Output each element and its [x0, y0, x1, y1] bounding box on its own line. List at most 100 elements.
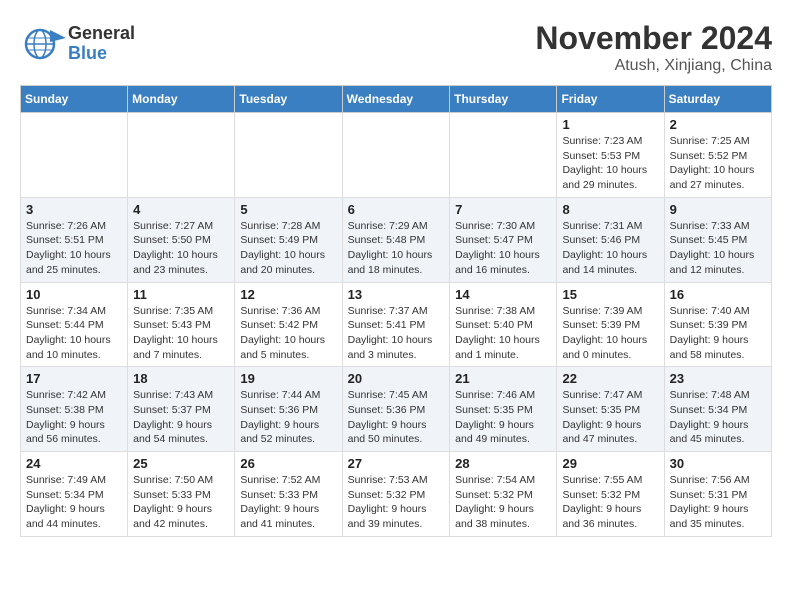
day-number: 16	[670, 287, 766, 302]
day-number: 26	[240, 456, 336, 471]
day-number: 8	[562, 202, 658, 217]
calendar-day-cell	[342, 113, 450, 198]
day-info-text: Sunrise: 7:45 AMSunset: 5:36 PMDaylight:…	[348, 388, 445, 447]
day-of-week-header: Sunday	[21, 86, 128, 113]
day-info-text: Sunrise: 7:37 AMSunset: 5:41 PMDaylight:…	[348, 304, 445, 363]
day-number: 27	[348, 456, 445, 471]
day-number: 4	[133, 202, 229, 217]
calendar-day-cell: 29 Sunrise: 7:55 AMSunset: 5:32 PMDayligh…	[557, 452, 664, 537]
day-info-text: Sunrise: 7:35 AMSunset: 5:43 PMDaylight:…	[133, 304, 229, 363]
calendar-week-row: 24 Sunrise: 7:49 AMSunset: 5:34 PMDayligh…	[21, 452, 772, 537]
calendar-day-cell: 1Sunrise: 7:23 AMSunset: 5:53 PMDaylight…	[557, 113, 664, 198]
day-number: 20	[348, 371, 445, 386]
calendar-day-cell: 11 Sunrise: 7:35 AMSunset: 5:43 PMDayligh…	[128, 282, 235, 367]
day-number: 14	[455, 287, 551, 302]
day-of-week-header: Saturday	[664, 86, 771, 113]
day-of-week-header: Friday	[557, 86, 664, 113]
calendar-day-cell: 8 Sunrise: 7:31 AMSunset: 5:46 PMDaylight…	[557, 197, 664, 282]
day-of-week-header: Wednesday	[342, 86, 450, 113]
day-number: 30	[670, 456, 766, 471]
calendar-day-cell: 5 Sunrise: 7:28 AMSunset: 5:49 PMDaylight…	[235, 197, 342, 282]
day-info-text: Sunrise: 7:44 AMSunset: 5:36 PMDaylight:…	[240, 388, 336, 447]
calendar-day-cell	[21, 113, 128, 198]
day-number: 12	[240, 287, 336, 302]
calendar-day-cell	[128, 113, 235, 198]
day-number: 2	[670, 117, 766, 132]
day-number: 3	[26, 202, 122, 217]
day-info-text: Sunrise: 7:46 AMSunset: 5:35 PMDaylight:…	[455, 388, 551, 447]
day-info-text: Sunrise: 7:52 AMSunset: 5:33 PMDaylight:…	[240, 473, 336, 532]
calendar-day-cell: 7 Sunrise: 7:30 AMSunset: 5:47 PMDaylight…	[450, 197, 557, 282]
day-number: 21	[455, 371, 551, 386]
logo-blue-text: Blue	[68, 44, 135, 64]
calendar-day-cell	[235, 113, 342, 198]
day-info-text: Sunrise: 7:42 AMSunset: 5:38 PMDaylight:…	[26, 388, 122, 447]
day-number: 13	[348, 287, 445, 302]
day-number: 1	[562, 117, 658, 132]
calendar-day-cell: 30Sunrise: 7:56 AMSunset: 5:31 PMDayligh…	[664, 452, 771, 537]
month-title: November 2024	[535, 20, 772, 57]
calendar-day-cell: 10Sunrise: 7:34 AMSunset: 5:44 PMDayligh…	[21, 282, 128, 367]
day-info-text: Sunrise: 7:50 AMSunset: 5:33 PMDaylight:…	[133, 473, 229, 532]
day-number: 15	[562, 287, 658, 302]
day-number: 25	[133, 456, 229, 471]
calendar-day-cell: 13 Sunrise: 7:37 AMSunset: 5:41 PMDayligh…	[342, 282, 450, 367]
day-info-text: Sunrise: 7:28 AMSunset: 5:49 PMDaylight:…	[240, 219, 336, 278]
calendar-day-cell: 4 Sunrise: 7:27 AMSunset: 5:50 PMDaylight…	[128, 197, 235, 282]
day-number: 28	[455, 456, 551, 471]
day-number: 18	[133, 371, 229, 386]
day-number: 11	[133, 287, 229, 302]
calendar-day-cell: 6 Sunrise: 7:29 AMSunset: 5:48 PMDaylight…	[342, 197, 450, 282]
day-info-text: Sunrise: 7:38 AMSunset: 5:40 PMDaylight:…	[455, 304, 551, 363]
day-info-text: Sunrise: 7:31 AMSunset: 5:46 PMDaylight:…	[562, 219, 658, 278]
day-number: 29	[562, 456, 658, 471]
page: General Blue November 2024 Atush, Xinjia…	[0, 0, 792, 547]
calendar-day-cell: 18 Sunrise: 7:43 AMSunset: 5:37 PMDayligh…	[128, 367, 235, 452]
calendar-day-cell: 17 Sunrise: 7:42 AMSunset: 5:38 PMDayligh…	[21, 367, 128, 452]
day-number: 17	[26, 371, 122, 386]
day-info-text: Sunrise: 7:39 AMSunset: 5:39 PMDaylight:…	[562, 304, 658, 363]
day-info-text: Sunrise: 7:36 AMSunset: 5:42 PMDaylight:…	[240, 304, 336, 363]
day-info-text: Sunrise: 7:30 AMSunset: 5:47 PMDaylight:…	[455, 219, 551, 278]
day-number: 10	[26, 287, 122, 302]
day-info-text: Sunrise: 7:53 AMSunset: 5:32 PMDaylight:…	[348, 473, 445, 532]
calendar-day-cell: 25 Sunrise: 7:50 AMSunset: 5:33 PMDayligh…	[128, 452, 235, 537]
day-of-week-header: Monday	[128, 86, 235, 113]
day-info-text: Sunrise: 7:27 AMSunset: 5:50 PMDaylight:…	[133, 219, 229, 278]
day-info-text: Sunrise: 7:55 AMSunset: 5:32 PMDaylight:…	[562, 473, 658, 532]
calendar-day-cell	[450, 113, 557, 198]
calendar-day-cell: 21 Sunrise: 7:46 AMSunset: 5:35 PMDayligh…	[450, 367, 557, 452]
calendar-day-cell: 28 Sunrise: 7:54 AMSunset: 5:32 PMDayligh…	[450, 452, 557, 537]
calendar-day-cell: 24 Sunrise: 7:49 AMSunset: 5:34 PMDayligh…	[21, 452, 128, 537]
calendar-day-cell: 3Sunrise: 7:26 AMSunset: 5:51 PMDaylight…	[21, 197, 128, 282]
calendar-day-cell: 23Sunrise: 7:48 AMSunset: 5:34 PMDayligh…	[664, 367, 771, 452]
calendar-week-row: 17 Sunrise: 7:42 AMSunset: 5:38 PMDayligh…	[21, 367, 772, 452]
day-number: 6	[348, 202, 445, 217]
calendar-day-cell: 15 Sunrise: 7:39 AMSunset: 5:39 PMDayligh…	[557, 282, 664, 367]
calendar-day-cell: 26 Sunrise: 7:52 AMSunset: 5:33 PMDayligh…	[235, 452, 342, 537]
calendar-table: SundayMondayTuesdayWednesdayThursdayFrid…	[20, 85, 772, 537]
day-info-text: Sunrise: 7:48 AMSunset: 5:34 PMDaylight:…	[670, 388, 766, 447]
day-number: 9	[670, 202, 766, 217]
calendar-day-cell: 20 Sunrise: 7:45 AMSunset: 5:36 PMDayligh…	[342, 367, 450, 452]
day-of-week-header: Tuesday	[235, 86, 342, 113]
day-info-text: Sunrise: 7:54 AMSunset: 5:32 PMDaylight:…	[455, 473, 551, 532]
day-info-text: Sunrise: 7:43 AMSunset: 5:37 PMDaylight:…	[133, 388, 229, 447]
day-info-text: Sunrise: 7:49 AMSunset: 5:34 PMDaylight:…	[26, 473, 122, 532]
day-number: 7	[455, 202, 551, 217]
calendar-week-row: 3Sunrise: 7:26 AMSunset: 5:51 PMDaylight…	[21, 197, 772, 282]
day-number: 24	[26, 456, 122, 471]
calendar-week-row: 1Sunrise: 7:23 AMSunset: 5:53 PMDaylight…	[21, 113, 772, 198]
day-info-text: Sunrise: 7:29 AMSunset: 5:48 PMDaylight:…	[348, 219, 445, 278]
day-info-text: Sunrise: 7:40 AMSunset: 5:39 PMDaylight:…	[670, 304, 766, 363]
day-info-text: Sunrise: 7:25 AMSunset: 5:52 PMDaylight:…	[670, 134, 766, 193]
location-title: Atush, Xinjiang, China	[535, 57, 772, 75]
title-section: November 2024 Atush, Xinjiang, China	[535, 20, 772, 75]
header: General Blue November 2024 Atush, Xinjia…	[20, 20, 772, 75]
day-number: 22	[562, 371, 658, 386]
day-number: 5	[240, 202, 336, 217]
day-info-text: Sunrise: 7:33 AMSunset: 5:45 PMDaylight:…	[670, 219, 766, 278]
calendar-day-cell: 14 Sunrise: 7:38 AMSunset: 5:40 PMDayligh…	[450, 282, 557, 367]
day-info-text: Sunrise: 7:47 AMSunset: 5:35 PMDaylight:…	[562, 388, 658, 447]
calendar-header-row: SundayMondayTuesdayWednesdayThursdayFrid…	[21, 86, 772, 113]
